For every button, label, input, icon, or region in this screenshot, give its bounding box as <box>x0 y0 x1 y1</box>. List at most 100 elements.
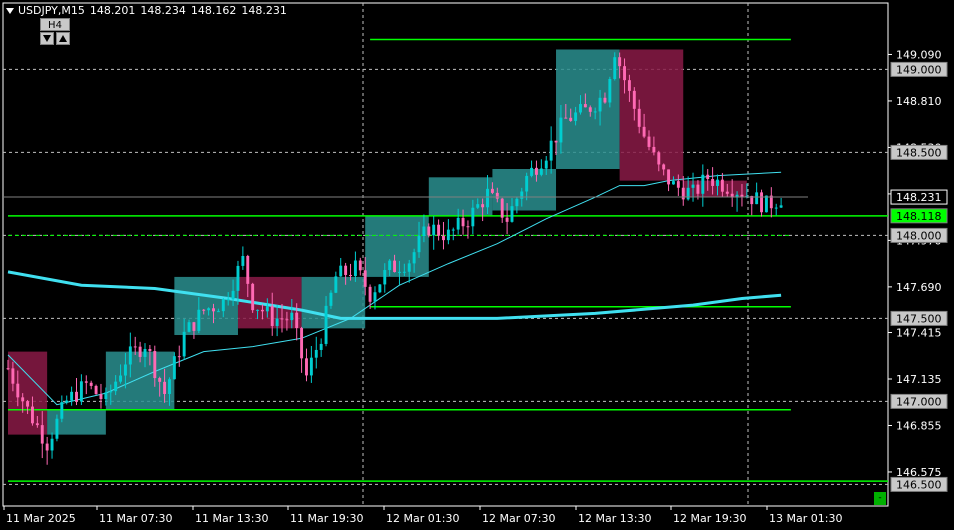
round-level-price-label: 146.500 <box>896 478 942 491</box>
candle-bear <box>623 66 626 81</box>
candle-bull <box>579 104 582 113</box>
candle-bull <box>309 357 313 376</box>
candle-bull <box>451 229 455 231</box>
chart-menu-triangle-icon[interactable] <box>6 8 14 14</box>
candle-bull <box>187 322 191 332</box>
h4-box-bull <box>301 276 366 329</box>
price-tick-label: 148.810 <box>896 95 942 108</box>
time-label: 11 Mar 13:30 <box>195 512 268 525</box>
timeframe-up-button[interactable] <box>56 32 70 45</box>
candle-bull <box>226 299 230 301</box>
time-label: 12 Mar 13:30 <box>578 512 651 525</box>
candle-bear <box>177 356 181 358</box>
time-label: 12 Mar 01:30 <box>386 512 459 525</box>
candle-bear <box>554 140 558 143</box>
candle-bull <box>324 305 328 344</box>
candle-bear <box>99 394 103 400</box>
candle-bear <box>84 381 88 383</box>
candle-bear <box>500 198 504 218</box>
candle-bear <box>212 308 215 312</box>
candle-bull <box>79 381 83 402</box>
candle-bear <box>21 397 25 402</box>
candle-bear <box>495 192 499 199</box>
candle-bull <box>549 140 553 161</box>
candle-bull <box>168 379 171 394</box>
h4-box-bear <box>619 49 684 181</box>
candle-bear <box>75 391 78 402</box>
round-level-price-label: 147.500 <box>896 312 942 325</box>
candle-bear <box>662 164 666 170</box>
candle-bear <box>637 108 641 127</box>
candle-bear <box>393 260 397 273</box>
round-level-price-label: 148.500 <box>896 146 942 159</box>
candle-bull <box>55 418 59 439</box>
round-level-price-label: 147.000 <box>896 395 942 408</box>
time-label: 12 Mar 07:30 <box>482 512 555 525</box>
price-tick-label: 149.090 <box>896 48 942 61</box>
candle-bear <box>676 181 680 188</box>
candle-bear <box>647 136 651 147</box>
high-price: 148.234 <box>140 4 186 17</box>
candle-bear <box>564 117 568 119</box>
candle-bull <box>672 181 675 185</box>
candle-bear <box>603 97 607 103</box>
candle-bull <box>383 270 387 285</box>
round-level-price-label: 148.000 <box>896 229 942 242</box>
time-label: 11 Mar 19:30 <box>290 512 363 525</box>
candle-bull <box>530 167 534 176</box>
candle-bull <box>476 204 480 208</box>
candle-bear <box>618 57 622 67</box>
price-chart[interactable]: 149.090148.810148.530148.250147.970147.6… <box>0 0 954 530</box>
candle-bear <box>158 378 162 382</box>
candle-bear <box>6 368 10 370</box>
current-price-label: 148.231 <box>896 191 942 204</box>
candle-bull <box>755 192 759 205</box>
candle-bull <box>236 265 240 291</box>
candle-bull <box>50 438 54 451</box>
candle-bull <box>172 356 176 380</box>
candle-bear <box>627 80 631 91</box>
timeframe-down-button[interactable] <box>40 32 54 45</box>
candle-bear <box>153 351 157 379</box>
candle-bull <box>65 400 69 403</box>
candle-bear <box>16 383 20 398</box>
candle-bear <box>11 368 15 384</box>
candle-bear <box>260 309 264 312</box>
symbol-label: USDJPY,M15 <box>18 4 85 17</box>
candle-bull <box>265 306 269 312</box>
scale-toggle-button[interactable]: - <box>874 492 886 505</box>
candle-bear <box>583 104 587 108</box>
candle-bull <box>471 207 475 227</box>
candle-bear <box>148 348 152 352</box>
candle-bear <box>534 167 538 175</box>
candle-bear <box>202 309 206 311</box>
candle-bear <box>295 312 299 329</box>
timeframe-label[interactable]: H4 <box>40 18 70 31</box>
candle-bull <box>598 97 602 112</box>
close-price: 148.231 <box>241 4 287 17</box>
price-tick-label: 147.415 <box>896 327 942 340</box>
candle-bull <box>334 276 338 293</box>
candle-bull <box>422 226 426 237</box>
candle-bull <box>539 168 543 175</box>
candle-bear <box>632 90 636 109</box>
candle-bear <box>437 224 441 236</box>
candle-bull <box>60 402 64 419</box>
candle-bull <box>510 206 514 222</box>
candle-bear <box>163 381 167 394</box>
ma-slow-line <box>7 270 782 320</box>
candle-bull <box>608 78 612 103</box>
candle-bear <box>358 260 362 271</box>
candle-bear <box>300 328 304 359</box>
candle-bull <box>182 331 186 357</box>
candle-bear <box>270 306 274 326</box>
candle-bull <box>716 179 719 186</box>
candle-bull <box>574 112 578 121</box>
candle-bear <box>427 226 431 236</box>
candle-bull <box>256 309 260 311</box>
candle-bull <box>143 348 147 357</box>
candle-bear <box>285 319 289 321</box>
candle-bear <box>344 265 348 275</box>
candle-bull <box>691 184 695 188</box>
candle-bear <box>349 274 352 277</box>
